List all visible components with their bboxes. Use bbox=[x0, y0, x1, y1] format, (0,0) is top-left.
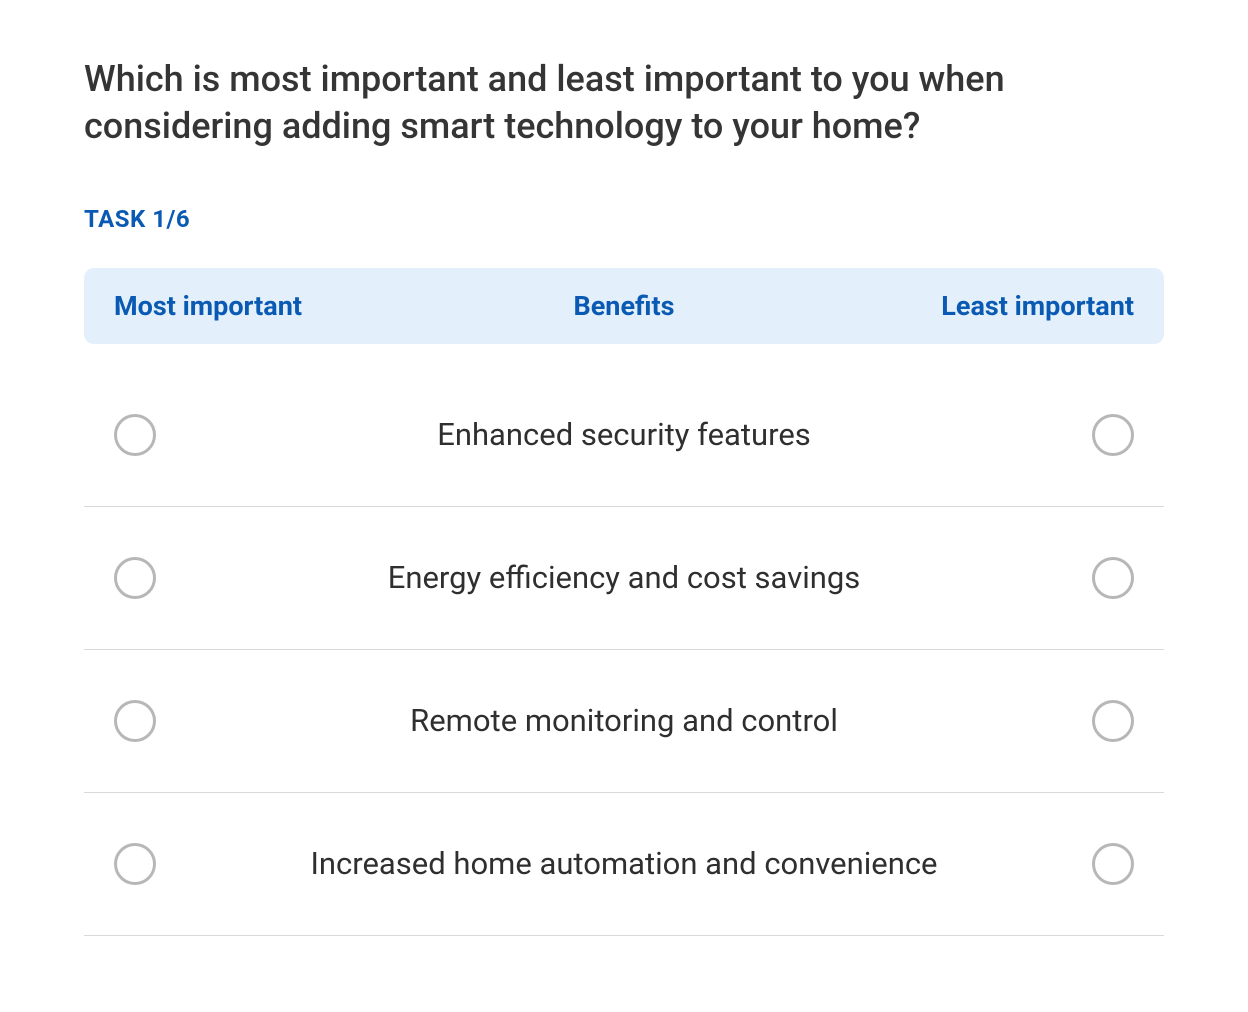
radio-most-important[interactable] bbox=[114, 414, 156, 456]
option-left-cell bbox=[114, 414, 194, 456]
option-label: Increased home automation and convenienc… bbox=[194, 845, 1054, 882]
header-least-important: Least important bbox=[884, 290, 1134, 322]
header-benefits: Benefits bbox=[364, 290, 884, 322]
option-right-cell bbox=[1054, 843, 1134, 885]
option-row: Increased home automation and convenienc… bbox=[84, 793, 1164, 936]
radio-most-important[interactable] bbox=[114, 843, 156, 885]
radio-most-important[interactable] bbox=[114, 700, 156, 742]
option-left-cell bbox=[114, 557, 194, 599]
option-label: Enhanced security features bbox=[194, 416, 1054, 453]
header-most-important: Most important bbox=[114, 290, 364, 322]
option-row: Enhanced security features bbox=[84, 364, 1164, 507]
option-left-cell bbox=[114, 700, 194, 742]
option-right-cell bbox=[1054, 557, 1134, 599]
survey-card: Which is most important and least import… bbox=[24, 8, 1224, 976]
task-counter: TASK 1/6 bbox=[84, 205, 1164, 233]
option-left-cell bbox=[114, 843, 194, 885]
option-label: Energy efficiency and cost savings bbox=[194, 559, 1054, 596]
column-headers: Most important Benefits Least important bbox=[84, 268, 1164, 344]
radio-least-important[interactable] bbox=[1092, 700, 1134, 742]
question-text: Which is most important and least import… bbox=[84, 56, 1164, 150]
option-row: Energy efficiency and cost savings bbox=[84, 507, 1164, 650]
option-row: Remote monitoring and control bbox=[84, 650, 1164, 793]
radio-least-important[interactable] bbox=[1092, 557, 1134, 599]
radio-least-important[interactable] bbox=[1092, 843, 1134, 885]
radio-least-important[interactable] bbox=[1092, 414, 1134, 456]
option-label: Remote monitoring and control bbox=[194, 702, 1054, 739]
option-right-cell bbox=[1054, 700, 1134, 742]
option-right-cell bbox=[1054, 414, 1134, 456]
radio-most-important[interactable] bbox=[114, 557, 156, 599]
